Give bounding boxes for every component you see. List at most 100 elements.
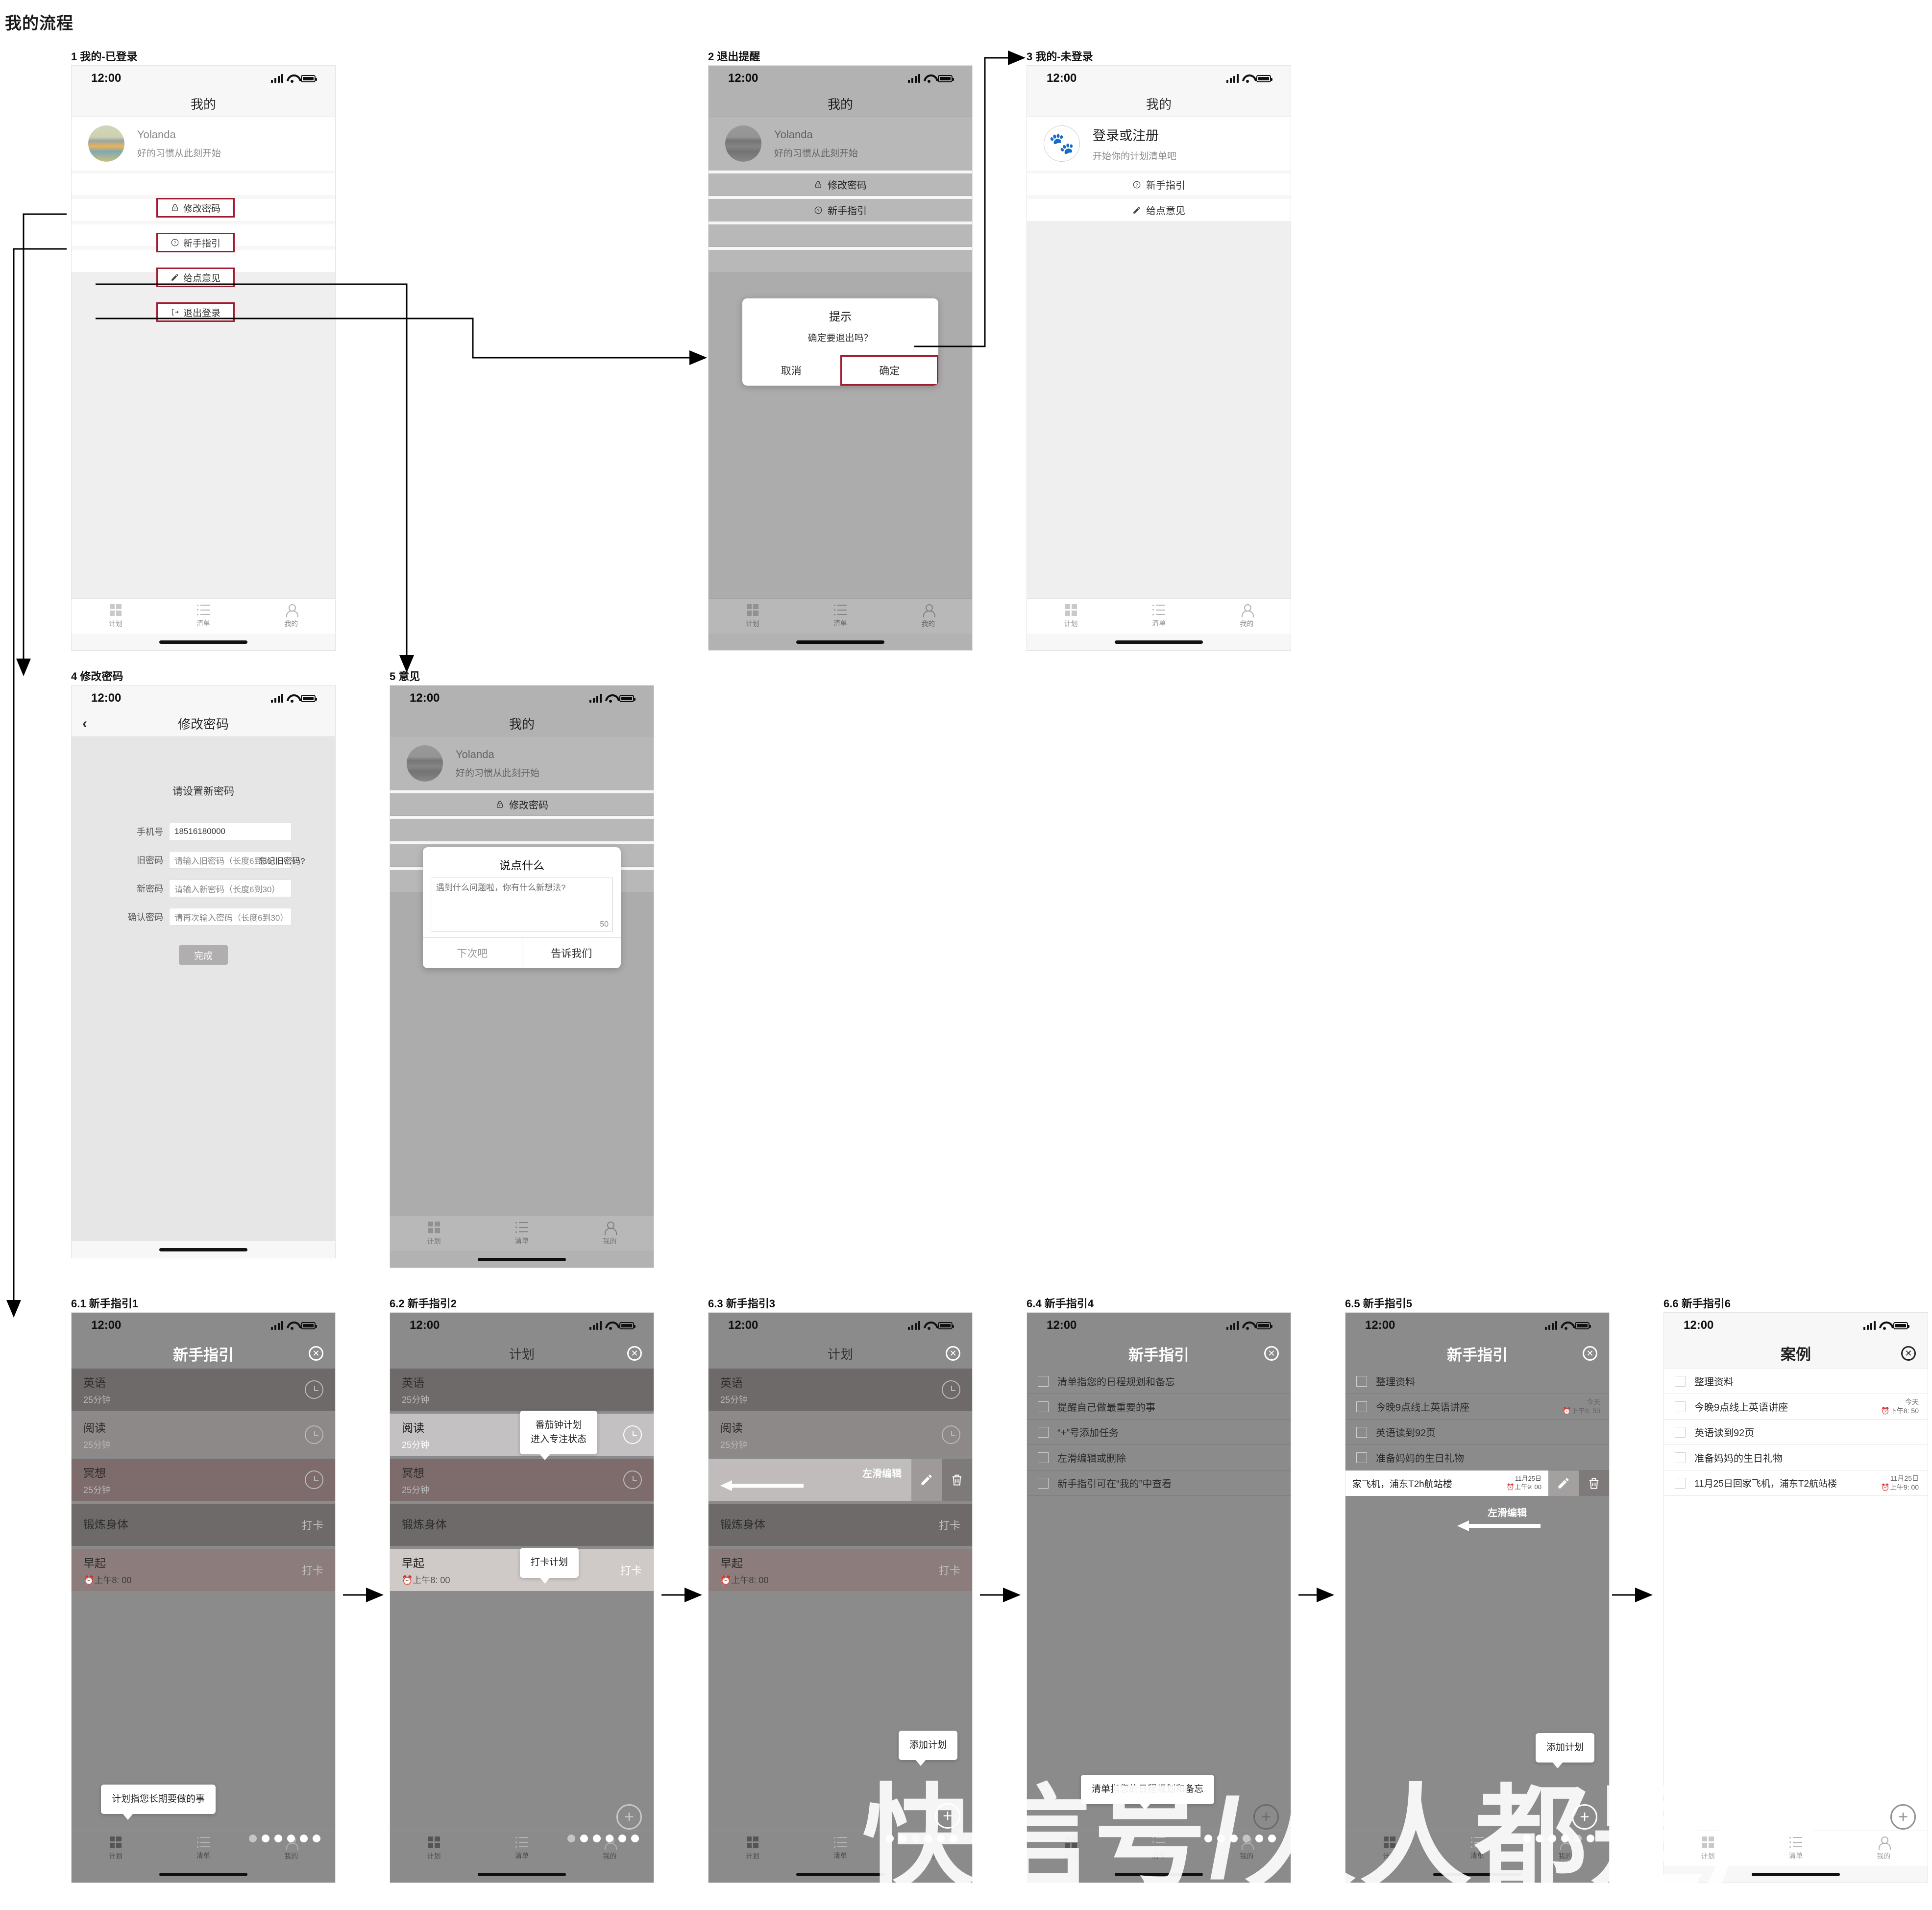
list-item[interactable]: 今晚9点线上英语讲座 今天 ⏰下午8: 50 [1345, 1394, 1609, 1420]
tab-list[interactable]: 清单 [1115, 605, 1202, 628]
punch-button[interactable]: 打卡 [939, 1562, 960, 1578]
highlight-feedback[interactable]: 给点意见 [156, 268, 235, 287]
menu-item-guide[interactable]: ? 新手指引 [709, 199, 972, 221]
checkbox[interactable] [1038, 1401, 1049, 1412]
profile-card[interactable]: Yolanda 好的习惯从此刻开始 [709, 117, 972, 171]
highlight-change-password[interactable]: 修改密码 [156, 198, 235, 218]
menu-item-guide[interactable]: ? 新手指引 [1027, 173, 1291, 196]
list-item[interactable]: 英语读到92页 [1345, 1420, 1609, 1445]
swipe-row[interactable]: 家飞机，浦东T2h航站楼 11月25日 ⏰上午9: 00 [1345, 1470, 1609, 1496]
plan-row[interactable]: 锻炼身体 [390, 1504, 654, 1546]
add-button[interactable]: + [1253, 1804, 1279, 1830]
tab-mine[interactable]: 我的 [1840, 1836, 1928, 1861]
tab-mine[interactable]: 我的 [566, 1221, 654, 1246]
phone-input[interactable]: 18516180000 [169, 823, 292, 840]
tab-plan[interactable]: 计划 [390, 1836, 478, 1861]
checkbox[interactable] [1675, 1401, 1686, 1412]
menu-item-change-password[interactable]: 修改密码 [390, 793, 654, 816]
profile-card[interactable]: Yolanda 好的习惯从此刻开始 [390, 736, 654, 790]
tab-list[interactable]: 清单 [1752, 1837, 1839, 1861]
close-icon[interactable]: ✕ [1583, 1346, 1597, 1361]
list-item[interactable]: 11月25日回家飞机，浦东T2航站楼 11月25日 ⏰上午9: 00 [1664, 1470, 1928, 1496]
tab-mine[interactable]: 我的 [247, 604, 335, 629]
list-item[interactable]: 新手指引可在“我的”中查看 [1027, 1470, 1291, 1496]
tab-mine[interactable]: 我的 [1203, 604, 1291, 629]
checkbox[interactable] [1356, 1452, 1367, 1463]
delete-button[interactable] [942, 1459, 972, 1501]
add-button[interactable]: + [1572, 1804, 1597, 1830]
plan-row[interactable]: 冥想 25分钟 [72, 1459, 335, 1501]
checkbox[interactable] [1356, 1401, 1367, 1412]
profile-card[interactable]: Yolanda 好的习惯从此刻开始 [72, 117, 335, 171]
plan-row[interactable]: 阅读 25分钟 [72, 1414, 335, 1456]
checkbox[interactable] [1675, 1477, 1686, 1489]
dialog-cancel-button[interactable]: 取消 [742, 355, 840, 386]
back-icon[interactable]: ‹ [82, 715, 87, 732]
tab-plan[interactable]: 计划 [709, 1836, 796, 1861]
plan-row[interactable]: 英语 25分钟 [72, 1369, 335, 1411]
close-icon[interactable]: ✕ [1264, 1346, 1279, 1361]
punch-button[interactable]: 打卡 [302, 1562, 323, 1578]
tab-list[interactable]: 清单 [796, 1837, 884, 1861]
tab-plan[interactable]: 计划 [1345, 1836, 1433, 1861]
list-item[interactable]: 左滑编辑或删除 [1027, 1445, 1291, 1470]
menu-item-feedback[interactable]: 给点意见 [1027, 199, 1291, 221]
checkbox[interactable] [1038, 1477, 1049, 1489]
list-item[interactable]: 整理资料 [1345, 1369, 1609, 1394]
plan-row[interactable]: 英语 25分钟 [390, 1369, 654, 1411]
login-card[interactable]: 🐾 登录或注册 开始你的计划清单吧 [1027, 117, 1291, 171]
tab-plan[interactable]: 计划 [709, 604, 796, 629]
clock-icon[interactable] [305, 1425, 323, 1444]
new-password-input[interactable]: 请输入新密码（长度6到30） [169, 880, 292, 897]
list-item[interactable]: 今晚9点线上英语讲座 今天 ⏰下午8: 50 [1664, 1394, 1928, 1420]
swipe-panel[interactable]: 左滑编辑 [709, 1459, 911, 1501]
forgot-password-link[interactable]: 忘记旧密码? [259, 854, 305, 866]
close-icon[interactable]: ✕ [946, 1346, 960, 1361]
dialog-confirm-button[interactable]: 确定 [840, 355, 938, 386]
swipe-row[interactable]: 左滑编辑 [709, 1459, 972, 1501]
tab-plan[interactable]: 计划 [390, 1221, 478, 1246]
close-icon[interactable]: ✕ [1901, 1346, 1916, 1361]
checkbox[interactable] [1675, 1375, 1686, 1387]
close-icon[interactable]: ✕ [309, 1346, 323, 1361]
punch-button[interactable]: 打卡 [302, 1517, 323, 1533]
plan-row[interactable]: 阅读 25分钟 [709, 1414, 972, 1456]
clock-icon[interactable] [623, 1425, 642, 1444]
tab-list[interactable]: 清单 [478, 1837, 565, 1861]
clock-icon[interactable] [305, 1380, 323, 1399]
checkbox[interactable] [1356, 1375, 1367, 1387]
plan-row[interactable]: 早起 ⏰上午8: 00 打卡 [72, 1549, 335, 1591]
menu-item-change-password[interactable]: 修改密码 [709, 173, 972, 196]
highlight-logout[interactable]: 退出登录 [156, 302, 235, 322]
swipe-panel[interactable]: 家飞机，浦东T2h航站楼 11月25日 ⏰上午9: 00 [1345, 1470, 1548, 1496]
clock-icon[interactable] [623, 1470, 642, 1489]
highlight-guide[interactable]: ? 新手指引 [156, 233, 235, 252]
list-item[interactable]: 准备妈妈的生日礼物 [1345, 1445, 1609, 1470]
confirm-password-input[interactable]: 请再次输入密码（长度6到30） [169, 908, 292, 926]
checkbox[interactable] [1038, 1375, 1049, 1387]
clock-icon[interactable] [305, 1470, 323, 1489]
checkbox[interactable] [1675, 1452, 1686, 1463]
feedback-textarea[interactable]: 遇到什么问题啦，你有什么新想法? 50 [431, 878, 613, 931]
tab-plan[interactable]: 计划 [1664, 1836, 1752, 1861]
plan-row[interactable]: 冥想 25分钟 [390, 1459, 654, 1501]
edit-button[interactable] [1548, 1470, 1579, 1496]
add-button[interactable]: + [616, 1804, 642, 1830]
list-item[interactable]: 清单指您的日程规划和备忘 [1027, 1369, 1291, 1394]
tab-plan[interactable]: 计划 [72, 1836, 159, 1861]
checkbox[interactable] [1356, 1426, 1367, 1438]
tab-list[interactable]: 清单 [1115, 1837, 1202, 1861]
feedback-cancel-button[interactable]: 下次吧 [423, 938, 522, 968]
submit-button[interactable]: 完成 [179, 945, 228, 965]
menu-item-logout[interactable] [709, 250, 972, 272]
tab-list[interactable]: 清单 [478, 1222, 565, 1246]
checkbox[interactable] [1038, 1452, 1049, 1463]
plan-row[interactable]: 锻炼身体 打卡 [72, 1504, 335, 1546]
punch-button[interactable]: 打卡 [939, 1517, 960, 1533]
tab-list[interactable]: 清单 [159, 1837, 247, 1861]
add-button[interactable]: + [935, 1803, 960, 1829]
checkbox[interactable] [1038, 1426, 1049, 1438]
tab-plan[interactable]: 计划 [72, 604, 159, 629]
menu-item-feedback[interactable] [709, 224, 972, 247]
delete-button[interactable] [1579, 1470, 1609, 1496]
